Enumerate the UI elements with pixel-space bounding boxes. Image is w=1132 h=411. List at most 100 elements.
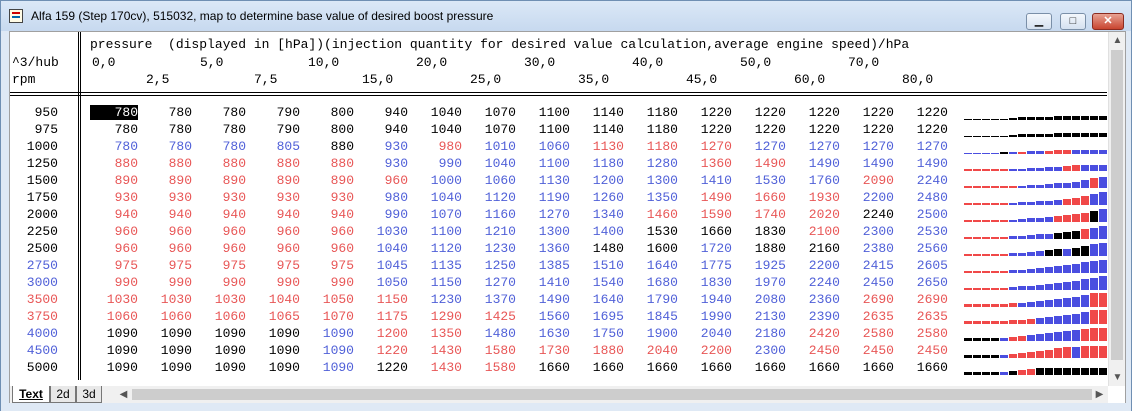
table-cell[interactable]: 880 — [198, 156, 246, 171]
table-cell[interactable]: 1350 — [630, 190, 678, 205]
table-cell[interactable]: 930 — [360, 139, 408, 154]
table-cell[interactable]: 1360 — [684, 156, 732, 171]
table-cell[interactable]: 1270 — [900, 139, 948, 154]
table-cell[interactable]: 2450 — [900, 343, 948, 358]
table-cell[interactable]: 1720 — [684, 241, 732, 256]
table-cell[interactable]: 890 — [90, 173, 138, 188]
table-cell[interactable]: 990 — [306, 275, 354, 290]
table-cell[interactable]: 1130 — [576, 139, 624, 154]
table-cell[interactable]: 1090 — [198, 343, 246, 358]
table-cell[interactable]: 1290 — [414, 309, 462, 324]
table-cell[interactable]: 2650 — [900, 275, 948, 290]
table-cell[interactable]: 2090 — [846, 173, 894, 188]
table-cell[interactable]: 1030 — [360, 224, 408, 239]
table-cell[interactable]: 1730 — [522, 343, 570, 358]
table-cell[interactable]: 1540 — [576, 275, 624, 290]
table-cell[interactable]: 1640 — [630, 258, 678, 273]
table-cell[interactable]: 1660 — [792, 360, 840, 375]
table-cell[interactable]: 1490 — [900, 156, 948, 171]
table-cell[interactable]: 1880 — [738, 241, 786, 256]
table-cell[interactable]: 805 — [252, 139, 300, 154]
table-cell[interactable]: 890 — [198, 173, 246, 188]
close-button[interactable]: ✕ — [1092, 13, 1124, 30]
table-cell[interactable]: 960 — [252, 224, 300, 239]
table-cell[interactable]: 1220 — [738, 105, 786, 120]
table-cell[interactable]: 1040 — [414, 122, 462, 137]
table-cell[interactable]: 1360 — [522, 241, 570, 256]
table-cell[interactable]: 1090 — [252, 360, 300, 375]
table-cell[interactable]: 1940 — [684, 292, 732, 307]
vertical-scrollbar[interactable]: ▲ ▼ — [1108, 32, 1125, 386]
table-cell[interactable]: 1220 — [846, 122, 894, 137]
table-cell[interactable]: 1580 — [468, 343, 516, 358]
table-cell[interactable]: 1180 — [576, 156, 624, 171]
table-cell[interactable]: 1990 — [684, 309, 732, 324]
table-cell[interactable]: 960 — [198, 224, 246, 239]
table-cell[interactable]: 1090 — [90, 343, 138, 358]
table-cell[interactable]: 1200 — [576, 173, 624, 188]
table-cell[interactable]: 1430 — [414, 343, 462, 358]
table-cell[interactable]: 880 — [144, 156, 192, 171]
table-cell[interactable]: 780 — [90, 105, 138, 120]
table-cell[interactable]: 1030 — [198, 292, 246, 307]
table-cell[interactable]: 975 — [198, 258, 246, 273]
table-cell[interactable]: 1070 — [414, 207, 462, 222]
table-cell[interactable]: 2635 — [846, 309, 894, 324]
table-cell[interactable]: 1425 — [468, 309, 516, 324]
table-cell[interactable]: 1140 — [576, 122, 624, 137]
table-cell[interactable]: 960 — [144, 224, 192, 239]
table-cell[interactable]: 1660 — [900, 360, 948, 375]
title-bar[interactable]: Alfa 159 (Step 170cv), 515032, map to de… — [1, 1, 1131, 31]
table-cell[interactable]: 1175 — [360, 309, 408, 324]
table-cell[interactable]: 1060 — [144, 309, 192, 324]
table-cell[interactable]: 960 — [306, 224, 354, 239]
table-cell[interactable]: 1270 — [468, 275, 516, 290]
table-cell[interactable]: 1040 — [252, 292, 300, 307]
table-cell[interactable]: 1060 — [90, 309, 138, 324]
table-cell[interactable]: 1200 — [360, 326, 408, 341]
table-cell[interactable]: 1530 — [630, 224, 678, 239]
table-cell[interactable]: 1280 — [630, 156, 678, 171]
table-cell[interactable]: 940 — [144, 207, 192, 222]
table-cell[interactable]: 1270 — [846, 139, 894, 154]
table-cell[interactable]: 780 — [144, 139, 192, 154]
table-cell[interactable]: 1090 — [306, 360, 354, 375]
table-cell[interactable]: 930 — [306, 190, 354, 205]
table-cell[interactable]: 1030 — [90, 292, 138, 307]
table-cell[interactable]: 880 — [306, 139, 354, 154]
table-cell[interactable]: 1070 — [468, 122, 516, 137]
table-cell[interactable]: 1050 — [360, 275, 408, 290]
table-cell[interactable]: 1480 — [468, 326, 516, 341]
table-cell[interactable]: 1660 — [684, 224, 732, 239]
table-cell[interactable]: 960 — [198, 241, 246, 256]
table-cell[interactable]: 1490 — [846, 156, 894, 171]
table-cell[interactable]: 1660 — [576, 360, 624, 375]
table-cell[interactable]: 930 — [144, 190, 192, 205]
table-cell[interactable]: 990 — [198, 275, 246, 290]
table-cell[interactable]: 780 — [144, 105, 192, 120]
table-cell[interactable]: 1090 — [252, 343, 300, 358]
table-cell[interactable]: 1000 — [414, 173, 462, 188]
app-icon[interactable] — [9, 9, 23, 23]
table-cell[interactable]: 1790 — [630, 292, 678, 307]
horizontal-scrollbar[interactable]: ◀ ▶ — [115, 386, 1108, 403]
table-cell[interactable]: 890 — [144, 173, 192, 188]
table-cell[interactable]: 1120 — [414, 241, 462, 256]
table-cell[interactable]: 960 — [90, 241, 138, 256]
table-cell[interactable]: 1070 — [468, 105, 516, 120]
table-cell[interactable]: 1060 — [468, 173, 516, 188]
table-cell[interactable]: 1210 — [468, 224, 516, 239]
table-cell[interactable]: 980 — [360, 190, 408, 205]
table-cell[interactable]: 2560 — [900, 241, 948, 256]
table-cell[interactable]: 990 — [414, 156, 462, 171]
table-cell[interactable]: 1135 — [414, 258, 462, 273]
table-cell[interactable]: 1350 — [414, 326, 462, 341]
table-cell[interactable]: 940 — [252, 207, 300, 222]
table-cell[interactable]: 1410 — [522, 275, 570, 290]
table-cell[interactable]: 2300 — [738, 343, 786, 358]
table-cell[interactable]: 1260 — [576, 190, 624, 205]
table-cell[interactable]: 1010 — [468, 139, 516, 154]
table-cell[interactable]: 1600 — [630, 241, 678, 256]
table-cell[interactable]: 1090 — [144, 326, 192, 341]
table-cell[interactable]: 2160 — [792, 241, 840, 256]
